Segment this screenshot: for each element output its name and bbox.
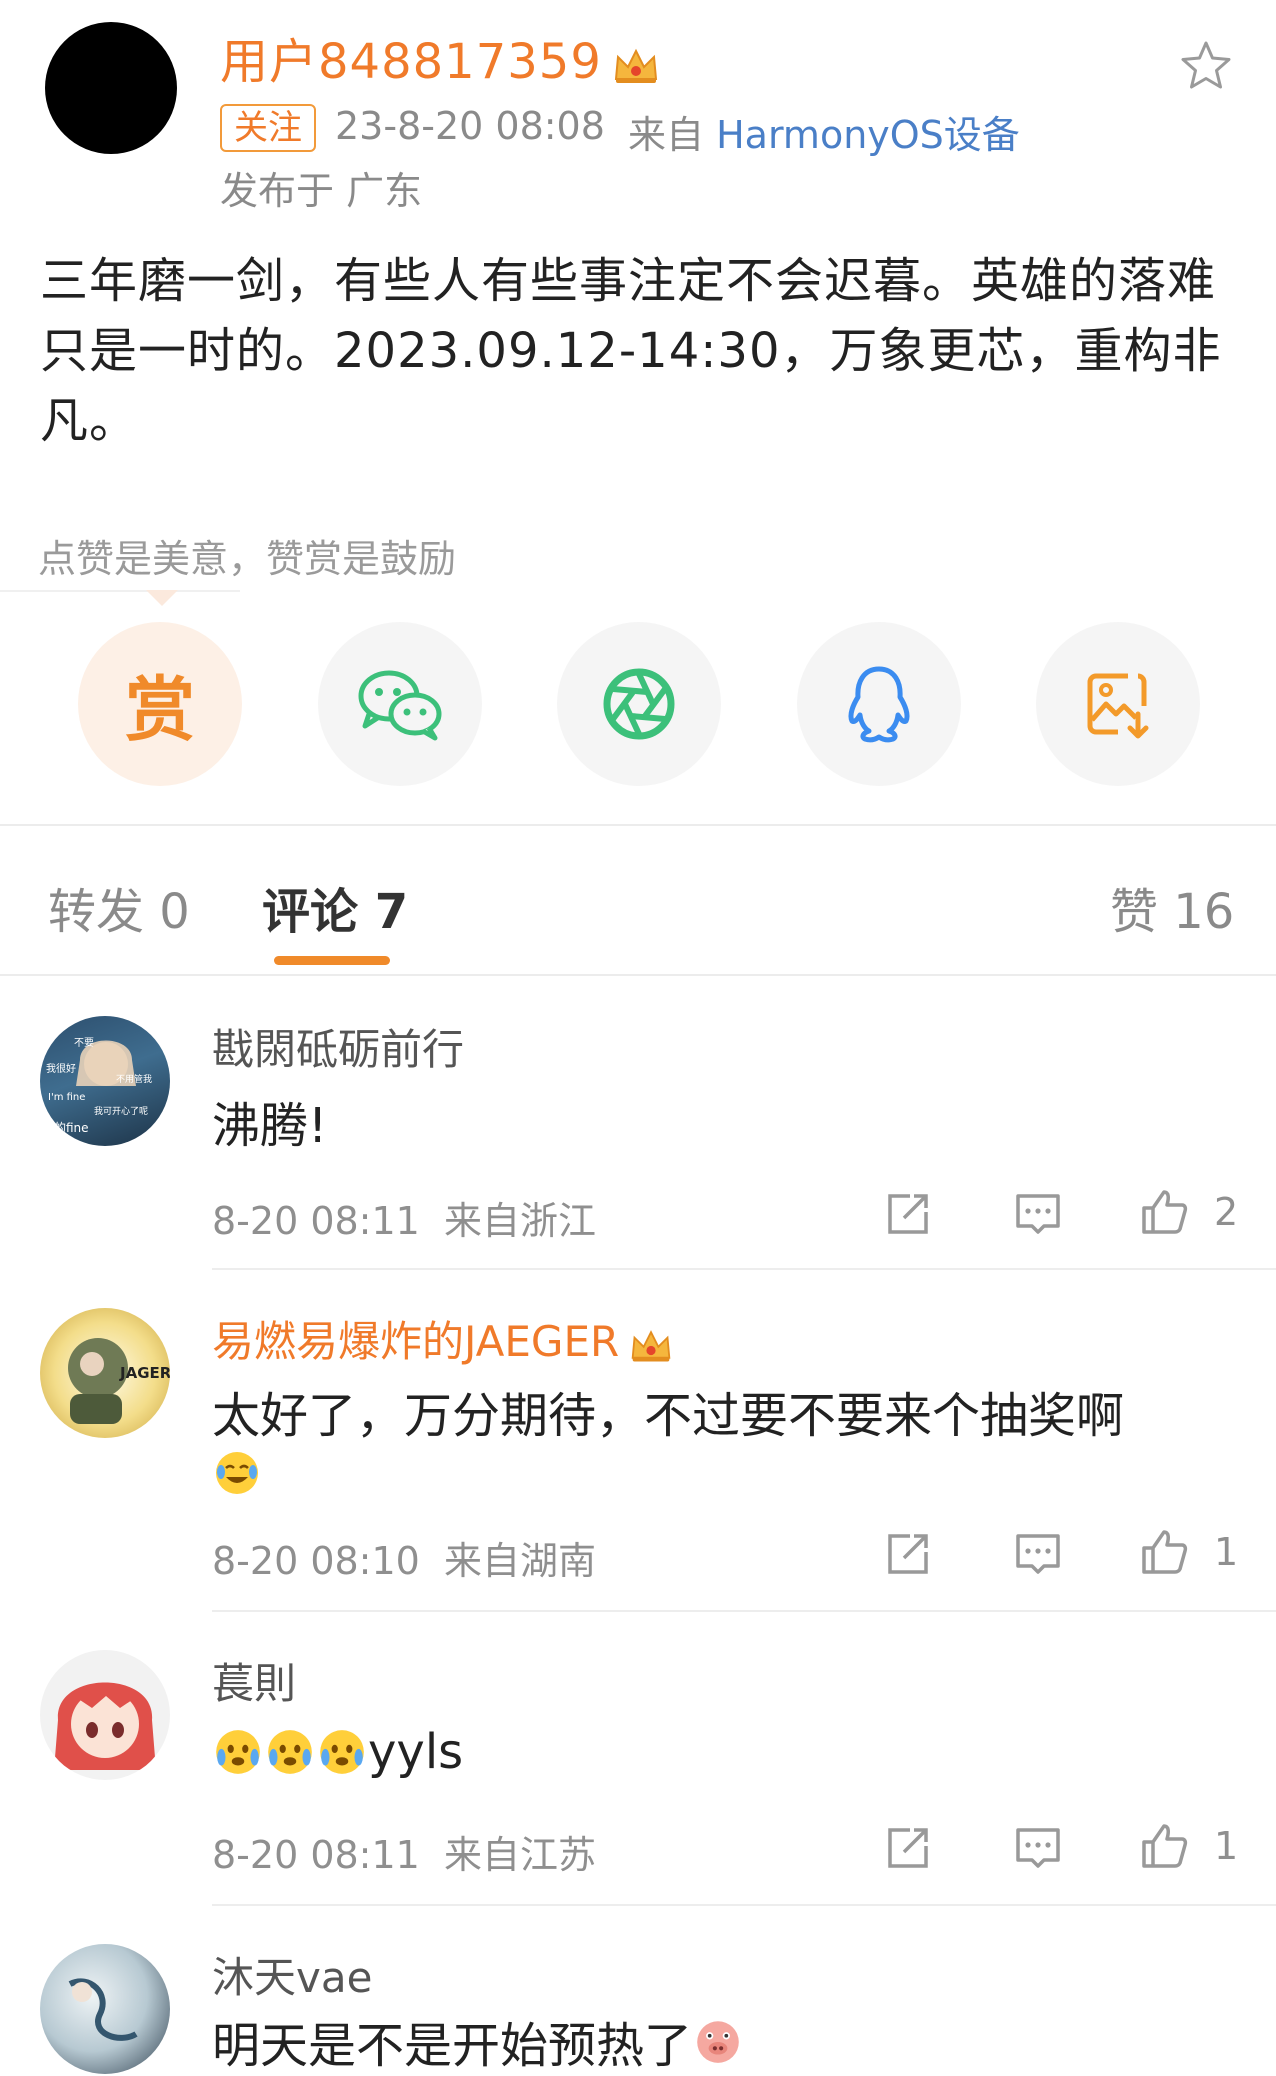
- comment-author[interactable]: 易燃易爆炸的JAEGER: [212, 1308, 673, 1369]
- comment-meta: 8-20 08:11 来自江苏: [212, 1824, 596, 1879]
- like-thumb-icon[interactable]: [1138, 1186, 1190, 1238]
- comment-author[interactable]: 沐天vae: [212, 1944, 372, 2005]
- like-count: 1: [1214, 1530, 1239, 1574]
- comment-text: 沸腾!: [212, 1098, 328, 1154]
- share-qq-button[interactable]: [797, 622, 961, 786]
- pig-face-emoji-icon: [697, 2021, 739, 2063]
- author-name[interactable]: 用户848817359: [220, 22, 660, 92]
- like-thumb-icon[interactable]: [1138, 1526, 1190, 1578]
- share-moments-button[interactable]: [557, 622, 721, 786]
- comment-text: yyls: [368, 1724, 464, 1780]
- repost-icon[interactable]: [882, 1822, 934, 1874]
- comment-avatar[interactable]: 不要 我很好 不用管我 I'm fine 我可开心了呢 的fine: [40, 1016, 170, 1146]
- comment-text-row: 明天是不是开始预热了: [212, 2006, 744, 2076]
- save-image-button[interactable]: [1036, 622, 1200, 786]
- comment-time: 8-20 08:10: [212, 1539, 420, 1583]
- like-count: 2: [1214, 1190, 1239, 1234]
- vip-crown-icon: [614, 48, 657, 83]
- comment-author-name[interactable]: 易燃易爆炸的JAEGER: [212, 1317, 619, 1366]
- tip-caret: [146, 590, 178, 606]
- active-tab-indicator: [274, 956, 390, 965]
- comment-text: 明天是不是开始预热了: [212, 2018, 693, 2074]
- favorite-star-icon[interactable]: [1178, 38, 1234, 94]
- save-image-icon: [1087, 673, 1149, 739]
- comment-text-row: yyls: [212, 1724, 463, 1780]
- avatar-image: JAGER: [68, 1338, 170, 1424]
- comment-divider: [212, 1610, 1276, 1612]
- avatar-text: JAGER: [119, 1364, 170, 1382]
- crying-emoji-icon: [320, 1730, 364, 1774]
- repost-icon[interactable]: [882, 1528, 934, 1580]
- post-content: 三年磨一剑，有些人有些事注定不会迟暮。英雄的落难只是一时的。2023.09.12…: [40, 253, 1222, 449]
- wechat-icon: [358, 670, 442, 741]
- reply-icon[interactable]: [1012, 1528, 1064, 1580]
- post-source: 来自 HarmonyOS设备: [628, 104, 1020, 159]
- avatar-text-2: 我很好: [46, 1062, 76, 1075]
- comment-location: 来自浙江: [444, 1199, 597, 1243]
- tab-repost[interactable]: 转发 0: [48, 872, 190, 942]
- tabs-divider: [0, 974, 1276, 976]
- comment-divider: [212, 1904, 1276, 1906]
- crying-emoji-icon: [268, 1730, 312, 1774]
- moments-aperture-icon: [603, 668, 675, 740]
- crying-emoji-icon: [216, 1730, 260, 1774]
- post-time: 23-8-20 08:08: [335, 104, 605, 148]
- post-location: 发布于 广东: [220, 169, 423, 213]
- reply-icon[interactable]: [1012, 1822, 1064, 1874]
- author-avatar[interactable]: [45, 22, 177, 154]
- comment-avatar[interactable]: [40, 1650, 170, 1780]
- author-name-text[interactable]: 用户848817359: [220, 34, 602, 90]
- section-divider: [0, 824, 1276, 826]
- comment-author[interactable]: 萇則: [212, 1650, 296, 1711]
- comment-time: 8-20 08:11: [212, 1199, 420, 1243]
- tip-divider: [0, 590, 240, 592]
- comment-time: 8-20 08:11: [212, 1833, 420, 1877]
- vip-crown-icon: [631, 1329, 671, 1361]
- share-wechat-button[interactable]: [318, 622, 482, 786]
- avatar-text-4: I'm fine: [48, 1092, 85, 1103]
- comment-location: 来自江苏: [444, 1833, 597, 1877]
- comment-location: 来自湖南: [444, 1539, 597, 1583]
- reward-tip: 点赞是美意，赞赏是鼓励: [38, 537, 457, 581]
- post-source-prefix: 来自: [628, 113, 705, 157]
- repost-icon[interactable]: [882, 1188, 934, 1240]
- laugh-cry-emoji-icon: [216, 1452, 258, 1494]
- avatar-image: [54, 1682, 156, 1770]
- comment-text: 太好了，万分期待，不过要不要来个抽奖啊: [212, 1388, 1125, 1444]
- comment-divider: [212, 1268, 1276, 1270]
- like-count: 1: [1214, 1824, 1239, 1868]
- comment-avatar[interactable]: JAGER: [40, 1308, 170, 1438]
- follow-button[interactable]: 关注: [220, 104, 316, 152]
- reply-icon[interactable]: [1012, 1188, 1064, 1240]
- tab-comment[interactable]: 评论 7: [262, 872, 408, 942]
- avatar-text-3: 不用管我: [116, 1073, 152, 1085]
- avatar-text-1: 不要: [74, 1037, 94, 1049]
- reward-label: 赏: [125, 668, 195, 751]
- comment-author[interactable]: 戡閖砥砺前行: [212, 1016, 464, 1077]
- avatar-image: 不要 我很好 不用管我 I'm fine 我可开心了呢 的fine: [46, 1037, 152, 1135]
- avatar-text-5: 我可开心了呢: [94, 1106, 148, 1117]
- reward-button[interactable]: 赏: [78, 622, 242, 786]
- qq-penguin-icon: [848, 666, 910, 743]
- comment-meta: 8-20 08:11 来自浙江: [212, 1190, 596, 1245]
- comment-meta: 8-20 08:10 来自湖南: [212, 1530, 596, 1585]
- like-thumb-icon[interactable]: [1138, 1820, 1190, 1872]
- avatar-text-6: 的fine: [54, 1120, 89, 1135]
- post-source-device[interactable]: HarmonyOS设备: [716, 113, 1020, 157]
- tab-like[interactable]: 赞 16: [1110, 872, 1234, 942]
